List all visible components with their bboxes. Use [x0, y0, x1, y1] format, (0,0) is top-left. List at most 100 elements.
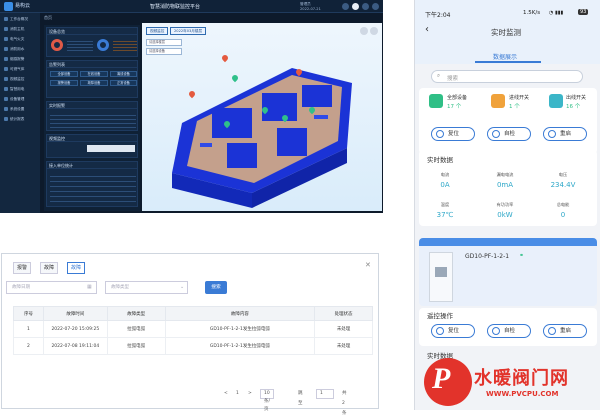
close-icon[interactable]: ✕ [365, 261, 371, 269]
self-check-label: 自检 [504, 328, 516, 334]
search-button[interactable]: 搜索 [205, 281, 227, 294]
sidebar-item[interactable]: 智慧用电 [2, 85, 38, 93]
cell: 未处理 [314, 337, 373, 355]
status-button[interactable]: 报警设备 [50, 80, 78, 86]
watermark-logo-icon: P [424, 358, 472, 406]
logout-icon[interactable] [372, 3, 379, 10]
date-field[interactable]: 故障日期 [6, 281, 97, 294]
floor-3d-view[interactable]: 视频监控 2022年03月楼层 请选择楼层 请选择设备 [142, 23, 382, 211]
sidebar-item[interactable]: 可燃气体 [2, 65, 38, 73]
prev-page-button[interactable]: < [224, 389, 228, 399]
stat-label: 进线开关 [509, 95, 530, 101]
metric-leakage: 漏电电流 0mA [485, 172, 525, 189]
signal-icon: ◔ ▮▮▮ [549, 10, 564, 16]
sidebar-item[interactable]: 烟感报警 [2, 55, 38, 63]
breadcrumb[interactable]: 首页 [44, 15, 52, 21]
search-input[interactable]: ⌕ 搜索 [431, 70, 583, 83]
all-devices-icon [429, 94, 443, 108]
status-button[interactable]: 正常设备 [110, 80, 137, 86]
search-icon: ⌕ [437, 73, 441, 79]
video-select[interactable] [87, 145, 135, 152]
type-select[interactable]: 故障类型 [105, 281, 188, 294]
settings-icon[interactable] [362, 3, 369, 10]
alarm-list-card: 告警列表 全部设备 在线设备 离线设备 报警设备 故障设备 正常设备 [46, 60, 138, 98]
reset-button[interactable]: 复位 [431, 127, 475, 141]
platform-title: 智慧消防物联监控平台 [150, 4, 201, 10]
self-check-button-2[interactable]: 自检 [487, 324, 531, 338]
goto-label: 跳至 [298, 391, 303, 406]
dashboard-window: 易构云 智慧消防物联监控平台 管理员 2022-07-21 工作台概况 消防主机… [0, 0, 383, 213]
col-header: 故障内容 [164, 306, 316, 321]
tab-fault-active[interactable]: 故障 [67, 262, 86, 274]
reset-label: 复位 [448, 328, 460, 334]
reset-label: 复位 [448, 131, 460, 137]
sidebar-item[interactable]: 电气火灾 [2, 35, 38, 43]
restart-button[interactable]: 重启 [543, 127, 587, 141]
metric-current: 电流 0A [425, 172, 465, 189]
table-header: 序号 故障时间 故障类型 故障内容 处理状态 [13, 306, 373, 321]
status-button[interactable]: 全部设备 [50, 71, 78, 77]
overview-title: 设备总览 [47, 28, 137, 35]
cell: GD10-PF-1-2-1发生拉弧电弧 [164, 320, 316, 338]
link-icon[interactable]: ⚭ [519, 252, 524, 259]
status-donut [97, 39, 109, 51]
overview-stats [67, 39, 93, 53]
realtime-alarm-title: 实时报警 [47, 102, 137, 109]
stat-label: 出线开关 [566, 95, 587, 101]
user-meta: 管理员 2022-07-21 [300, 2, 321, 11]
watermark-url: WWW.PVCPU.COM [486, 390, 559, 398]
device-name: GD10-PF-1-2-1 [465, 253, 510, 260]
metric-value: 0 [560, 211, 566, 219]
metric-power: 有功功率 0kW [485, 202, 525, 219]
next-page-button[interactable]: > [248, 389, 252, 399]
sidebar-item[interactable]: 设备管理 [2, 95, 38, 103]
unit-stats-card: 接入单位统计 [46, 161, 138, 207]
tab-data-display[interactable]: 数据展示 [493, 52, 517, 61]
device-card[interactable]: GD10-PF-1-2-1 ⚭ [419, 238, 597, 306]
cell: 2022-07-20 15:09:25 [42, 320, 108, 338]
cell: 拉弧电弧 [106, 337, 166, 355]
table-row[interactable]: 1 2022-07-20 15:09:25 拉弧电弧 GD10-PF-1-2-1… [13, 320, 373, 338]
sidebar-item[interactable]: 工作台概况 [2, 15, 38, 23]
metric-label: 温度 [440, 202, 450, 207]
status-button[interactable]: 故障设备 [80, 80, 108, 86]
magnifier-icon [492, 327, 500, 335]
status-button[interactable]: 在线设备 [80, 71, 108, 77]
metric-temperature: 温度 37℃ [425, 202, 465, 219]
floor-plan [172, 68, 352, 208]
fault-dialog: 报警 故障 故障 ✕ 故障日期 ▦ 故障类型 ⌄ 搜索 序号 故障时间 故障类型… [1, 253, 379, 416]
restart-button-2[interactable]: 重启 [543, 324, 587, 338]
tab-fault[interactable]: 故障 [40, 262, 59, 274]
self-check-button[interactable]: 自检 [487, 127, 531, 141]
page-size-select[interactable]: 10 条/页 [260, 389, 275, 412]
stat-value: 1 个 [509, 104, 520, 110]
status-button[interactable]: 离线设备 [110, 71, 137, 77]
sidebar-item[interactable]: 消防主机 [2, 25, 38, 33]
goto-input[interactable]: 1 [316, 389, 334, 399]
stat-label: 全部设备 [447, 95, 468, 101]
col-header: 故障类型 [106, 306, 166, 321]
search-placeholder: 搜索 [447, 76, 459, 82]
cell: 2 [13, 337, 44, 355]
sidebar-item[interactable]: 系统设置 [2, 105, 38, 113]
breaker-image [429, 252, 453, 302]
col-header: 序号 [13, 306, 44, 321]
back-icon[interactable]: ‹ [425, 24, 429, 35]
power-icon [548, 327, 556, 335]
metric-label: 总电能 [556, 202, 570, 207]
user-date: 2022-07-21 [300, 6, 321, 11]
sidebar-item[interactable]: 统计报表 [2, 115, 38, 123]
online-donut [51, 39, 63, 51]
sidebar-item[interactable]: 视频监控 [2, 75, 38, 83]
logo-icon [4, 2, 13, 11]
tab-alarm[interactable]: 报警 [13, 262, 32, 274]
outgoing-switch-icon [549, 94, 563, 108]
bell-icon[interactable] [342, 3, 349, 10]
reset-button-2[interactable]: 复位 [431, 324, 475, 338]
sidebar-item[interactable]: 消防用水 [2, 45, 38, 53]
reset-icon [436, 130, 444, 138]
table-row[interactable]: 2 2022-07-08 19:11:04 拉弧电弧 GD10-PF-1-2-1… [13, 337, 373, 355]
avatar[interactable] [352, 3, 359, 10]
page-number[interactable]: 1 [236, 389, 239, 399]
cell: 1 [13, 320, 44, 338]
